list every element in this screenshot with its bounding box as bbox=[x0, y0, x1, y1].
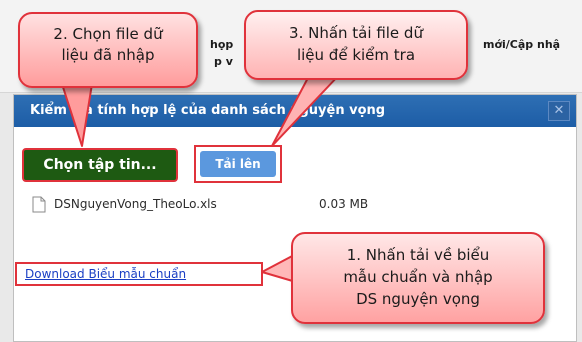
callout-text: 3. Nhấn tải file dữ bbox=[289, 24, 423, 42]
callout-download: 1. Nhấn tải về biểu mẫu chuẩn và nhập DS… bbox=[291, 232, 545, 324]
background-text: họp bbox=[210, 38, 234, 51]
callout-text: liệu để kiểm tra bbox=[296, 46, 416, 64]
callout-text: mẫu chuẩn và nhập bbox=[343, 268, 493, 286]
file-size: 0.03 MB bbox=[319, 197, 369, 211]
background-menu-item[interactable]: mới/Cập nhậ bbox=[483, 38, 560, 51]
callout-choose-file: 2. Chọn file dữ liệu đã nhập bbox=[18, 12, 198, 88]
callout-text: liệu đã nhập bbox=[61, 46, 155, 64]
dialog-title: Kiểm tra tính hợp lệ của danh sách nguyệ… bbox=[30, 103, 386, 118]
background-text: p v bbox=[214, 55, 233, 68]
callout-text: 1. Nhấn tải về biểu bbox=[346, 246, 490, 264]
dialog-title-bar: Kiểm tra tính hợp lệ của danh sách nguyệ… bbox=[14, 95, 576, 127]
upload-button-highlight: Tải lên bbox=[194, 145, 282, 183]
download-template-highlight: Download Biểu mẫu chuẩn bbox=[15, 262, 263, 286]
callout-text: DS nguyện vọng bbox=[356, 290, 480, 308]
file-name: DSNguyenVong_TheoLo.xls bbox=[54, 197, 217, 211]
callout-upload: 3. Nhấn tải file dữ liệu để kiểm tra bbox=[244, 10, 468, 80]
callout-text: 2. Chọn file dữ bbox=[53, 25, 163, 43]
document-icon bbox=[32, 196, 46, 217]
download-template-link[interactable]: Download Biểu mẫu chuẩn bbox=[25, 267, 186, 281]
upload-button[interactable]: Tải lên bbox=[200, 151, 276, 177]
choose-file-button[interactable]: Chọn tập tin... bbox=[22, 148, 178, 182]
close-icon[interactable]: ✕ bbox=[548, 101, 570, 121]
